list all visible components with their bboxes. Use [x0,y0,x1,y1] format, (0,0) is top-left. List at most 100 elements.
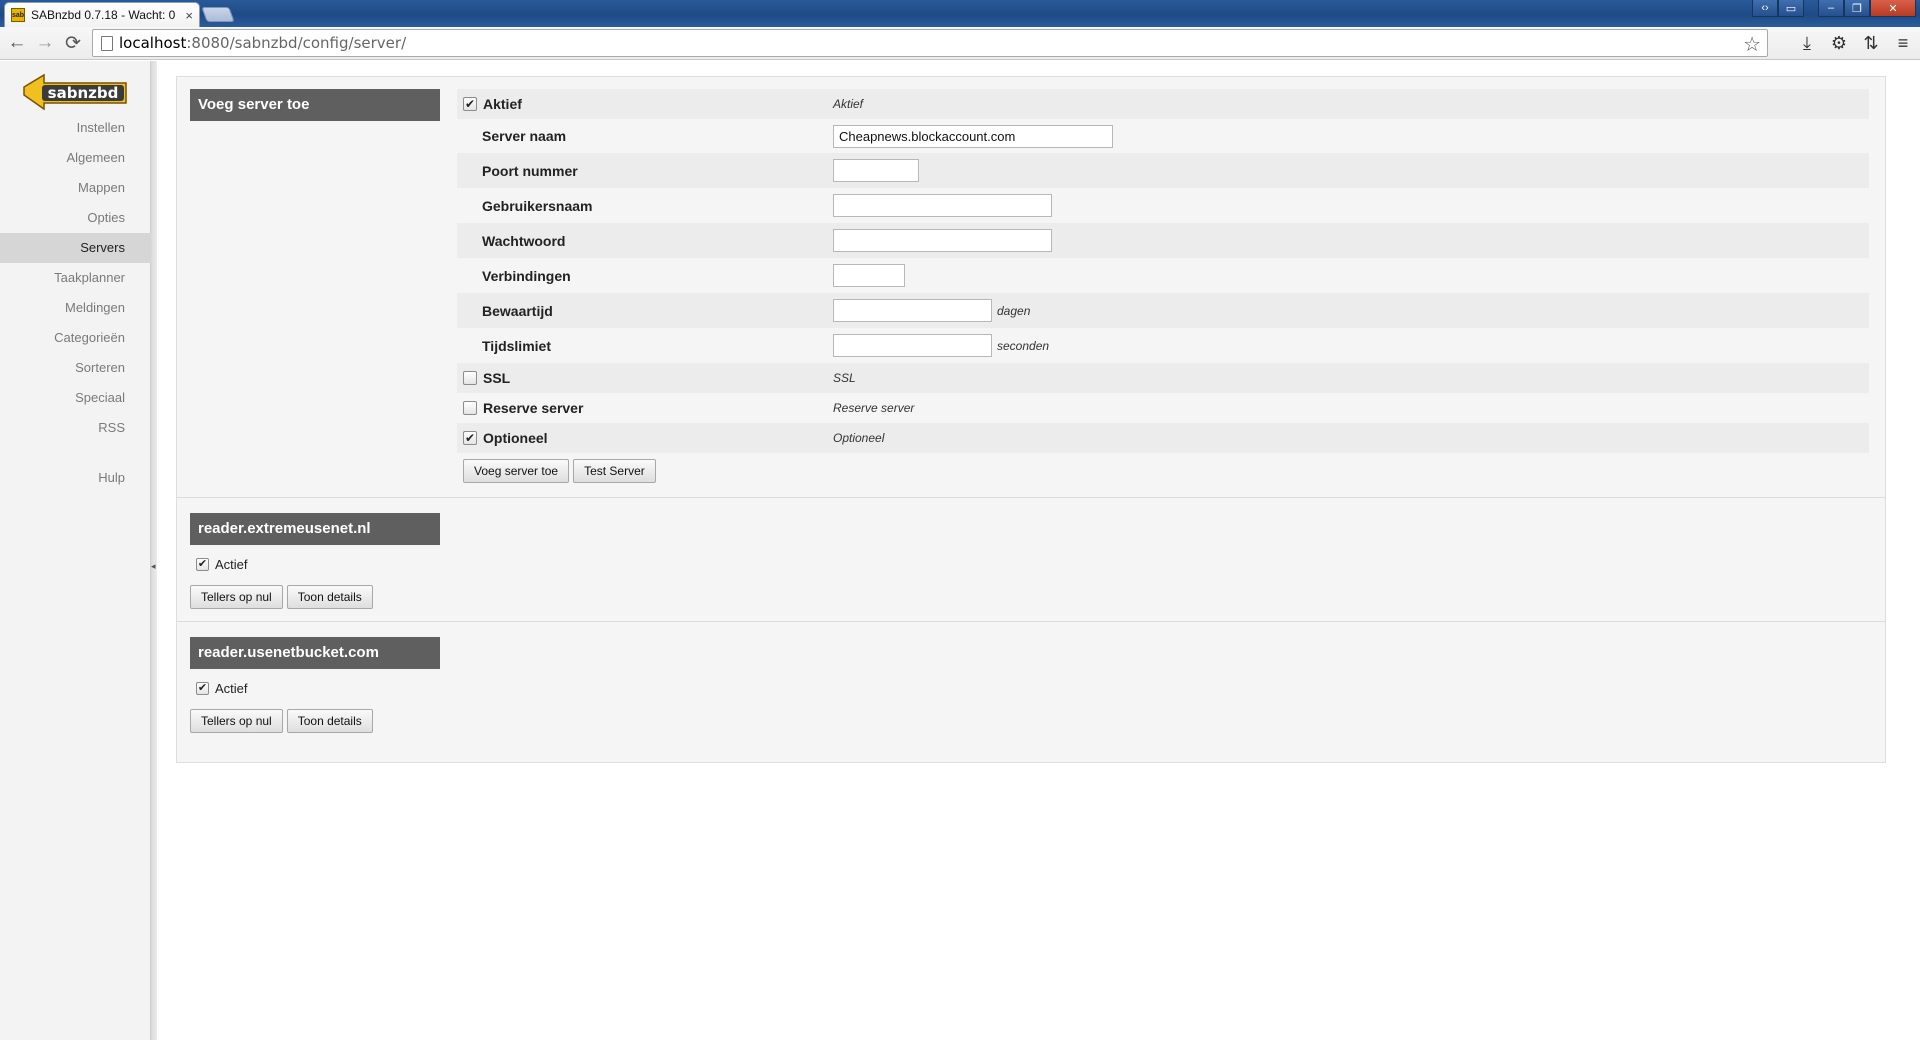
close-window-icon[interactable]: ✕ [1870,0,1916,17]
sidebar-item-hulp[interactable]: Hulp [0,463,151,493]
aktief-description: Aktief [833,97,864,111]
sidebar-item-rss[interactable]: RSS [0,413,151,443]
row-verbindingen: Verbindingen [457,258,1869,293]
verbindingen-input[interactable] [833,264,905,287]
tab-close-icon[interactable]: × [185,8,193,23]
bewaartijd-input[interactable] [833,299,992,322]
url-host: localhost [119,34,187,52]
optioneel-label: Optioneel [483,430,548,446]
sidebar-item-servers[interactable]: Servers [0,233,151,263]
add-server-buttons: Voeg server toe Test Server [463,459,656,483]
reserve-server-label: Reserve server [483,400,584,416]
aktief-label: Aktief [483,96,522,112]
sidebar-collapse-bar[interactable] [151,61,157,1040]
settings-gear-icon[interactable]: ⚙ [1826,30,1852,56]
tab-title: SABnzbd 0.7.18 - Wacht: 0 [31,8,176,22]
sidebar-item-mappen[interactable]: Mappen [0,173,151,203]
aktief-checkbox[interactable]: ✔ [463,97,477,111]
server-section: reader.usenetbucket.com ✔ Actief Tellers… [177,622,1885,762]
config-content: Voeg server toe ✔ Aktief Aktief Server n… [176,76,1886,763]
browser-tab[interactable]: sab SABnzbd 0.7.18 - Wacht: 0 × [4,2,200,27]
window-switch-icon[interactable]: ‹› [1752,0,1778,17]
row-wachtwoord: Wachtwoord [457,223,1869,258]
bewaartijd-label: Bewaartijd [482,302,553,319]
add-server-section: Voeg server toe ✔ Aktief Aktief Server n… [177,77,1885,497]
sidebar-item-instellen[interactable]: Instellen [0,113,151,143]
row-optioneel: ✔ Optioneel Optioneel [457,423,1869,453]
sidebar-item-sorteren[interactable]: Sorteren [0,353,151,383]
sidebar-nav: Instellen Algemeen Mappen Opties Servers… [0,113,151,493]
download-icon[interactable]: ⤓ [1794,30,1820,56]
add-server-button[interactable]: Voeg server toe [463,459,570,483]
sidebar-item-categorieen[interactable]: Categorieën [0,323,151,353]
row-tijdslimiet: Tijdslimiet seconden [457,328,1869,363]
back-icon[interactable]: ← [4,30,30,56]
row-ssl: SSL SSL [457,363,1869,393]
scrollbar[interactable] [1904,61,1920,1040]
server-section: reader.extremeusenet.nl ✔ Actief Tellers… [177,498,1885,621]
sidebar-item-algemeen[interactable]: Algemeen [0,143,151,173]
poort-input[interactable] [833,159,919,182]
reset-counters-button[interactable]: Tellers op nul [190,709,283,733]
address-bar[interactable]: localhost:8080/sabnzbd/config/server/ ☆ [92,29,1768,57]
server-active-toggle: ✔ Actief [196,557,248,572]
row-reserve-server: Reserve server Reserve server [457,393,1869,423]
wachtwoord-label: Wachtwoord [482,232,566,249]
test-server-button[interactable]: Test Server [573,459,656,483]
extension-icon[interactable]: ⇅ [1858,30,1884,56]
show-details-button[interactable]: Toon details [286,709,373,733]
ssl-label: SSL [483,370,511,386]
sabnzbd-logo: sabnzbd [23,73,127,111]
restore-icon[interactable]: ❐ [1844,0,1870,17]
sidebar-item-speciaal[interactable]: Speciaal [0,383,151,413]
wachtwoord-input[interactable] [833,229,1052,252]
svg-text:sabnzbd: sabnzbd [48,84,119,102]
server-naam-input[interactable] [833,124,1113,148]
row-poort: Poort nummer [457,153,1869,188]
server-name-header: reader.usenetbucket.com [190,637,440,669]
reload-icon[interactable]: ⟳ [60,30,86,56]
tijdslimiet-unit: seconden [997,338,1050,353]
forward-icon[interactable]: → [32,30,58,56]
sidebar-item-meldingen[interactable]: Meldingen [0,293,151,323]
reset-counters-button[interactable]: Tellers op nul [190,585,283,609]
show-details-button[interactable]: Toon details [286,585,373,609]
poort-label: Poort nummer [482,162,578,179]
menu-icon[interactable]: ≡ [1890,30,1916,56]
window-controls: – ❐ ✕ [1818,0,1916,18]
ssl-checkbox[interactable] [463,371,477,385]
verbindingen-label: Verbindingen [482,267,571,284]
server-active-checkbox[interactable]: ✔ [196,682,209,695]
bewaartijd-unit: dagen [997,303,1031,318]
server-buttons: Tellers op nul Toon details [190,709,373,733]
minimize-icon[interactable]: – [1818,0,1844,17]
server-active-checkbox[interactable]: ✔ [196,558,209,571]
row-gebruikersnaam: Gebruikersnaam [457,188,1869,223]
sabnzbd-favicon-icon: sab [11,8,25,22]
server-name-header: reader.extremeusenet.nl [190,513,440,545]
optioneel-description: Optioneel [833,431,885,445]
gebruikersnaam-label: Gebruikersnaam [482,197,593,214]
window-titlebar: sab SABnzbd 0.7.18 - Wacht: 0 × ‹› ▭ – ❐… [0,0,1920,27]
add-server-header: Voeg server toe [190,89,440,121]
sidebar: sabnzbd Instellen Algemeen Mappen Opties… [0,61,151,1040]
optioneel-checkbox[interactable]: ✔ [463,431,477,445]
server-buttons: Tellers op nul Toon details [190,585,373,609]
tijdslimiet-input[interactable] [833,334,992,357]
reserve-server-checkbox[interactable] [463,401,477,415]
url-path: :8080/sabnzbd/config/server/ [186,34,407,52]
server-active-toggle: ✔ Actief [196,681,248,696]
ssl-description: SSL [833,371,856,385]
gebruikersnaam-input[interactable] [833,194,1052,217]
collapse-arrow-icon[interactable]: ◂ [151,561,156,572]
row-server-naam: Server naam [457,119,1869,153]
browser-toolbar: ← → ⟳ localhost:8080/sabnzbd/config/serv… [0,27,1920,60]
server-active-label: Actief [215,681,248,696]
sidebar-item-opties[interactable]: Opties [0,203,151,233]
sidebar-item-taakplanner[interactable]: Taakplanner [0,263,151,293]
tijdslimiet-label: Tijdslimiet [482,337,551,354]
bookmark-star-icon[interactable]: ☆ [1743,32,1761,56]
window-new-icon[interactable]: ▭ [1778,0,1804,17]
new-tab-button[interactable] [201,7,235,22]
page-icon [101,35,113,51]
